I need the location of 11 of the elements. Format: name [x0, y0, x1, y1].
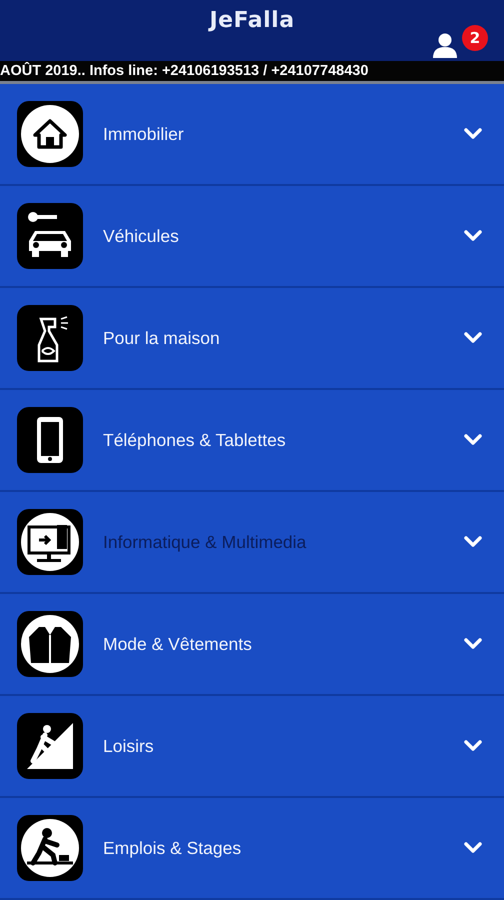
ticker-text: AOÛT 2019.. Infos line: +24106193513 / +24107748430: [0, 63, 368, 80]
category-label: Téléphones & Tablettes: [103, 430, 287, 450]
category-label: Informatique & Multimedia: [103, 532, 308, 552]
category-label: Emplois & Stages: [103, 838, 242, 858]
notification-badge: 2: [462, 25, 488, 51]
category-label: Véhicules: [103, 226, 180, 246]
category-label: Pour la maison: [103, 328, 221, 348]
app-title: JeFalla: [209, 8, 295, 33]
category-label: Loisirs: [103, 736, 155, 756]
category-label: Immobilier: [103, 124, 185, 144]
category-label: Mode & Vêtements: [103, 634, 253, 654]
